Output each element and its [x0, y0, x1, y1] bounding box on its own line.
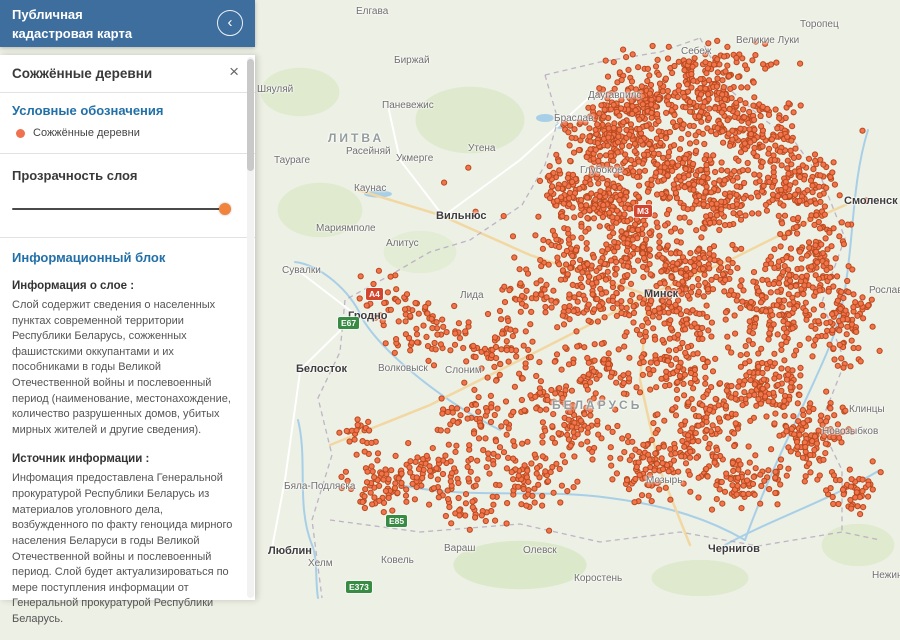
opacity-slider-track[interactable]: [12, 208, 231, 210]
legend-item-label: Сожжённые деревни: [33, 127, 140, 139]
close-icon[interactable]: ×: [229, 62, 239, 82]
legend-heading: Условные обозначения: [12, 103, 235, 118]
app-header: Публичная кадастровая карта ‹: [0, 0, 255, 47]
panel-scrollbar[interactable]: [247, 57, 254, 598]
layer-info-label: Информация о слое :: [12, 280, 237, 292]
collapse-panel-button[interactable]: ‹: [217, 10, 243, 36]
panel-header: Сожжённые деревни ×: [0, 55, 255, 93]
layer-panel: Сожжённые деревни × Условные обозначения…: [0, 55, 255, 600]
opacity-section: Прозрачность слоя: [0, 154, 255, 238]
legend-item: Сожжённые деревни: [12, 127, 235, 139]
source-info-label: Источник информации :: [12, 453, 237, 465]
info-heading: Информационный блок: [12, 250, 237, 265]
panel-title: Сожжённые деревни: [12, 66, 152, 81]
layer-info-text: Слой содержит сведения о населенных пунк…: [12, 298, 237, 438]
burned-villages-dots-layer: [337, 38, 884, 533]
info-section: Информационный блок Информация о слое : …: [0, 238, 255, 640]
burned-village-dot-icon: [16, 129, 25, 138]
opacity-slider[interactable]: [12, 203, 231, 215]
app-title: Публичная кадастровая карта: [12, 6, 132, 44]
chevron-left-icon: ‹: [228, 15, 233, 30]
panel-scrollbar-thumb[interactable]: [247, 59, 254, 171]
source-info-text: Инфомация предоставлена Генеральной прок…: [12, 471, 237, 627]
opacity-heading: Прозрачность слоя: [12, 168, 235, 183]
opacity-slider-thumb[interactable]: [219, 203, 231, 215]
legend-section: Условные обозначения Сожжённые деревни: [0, 93, 255, 154]
